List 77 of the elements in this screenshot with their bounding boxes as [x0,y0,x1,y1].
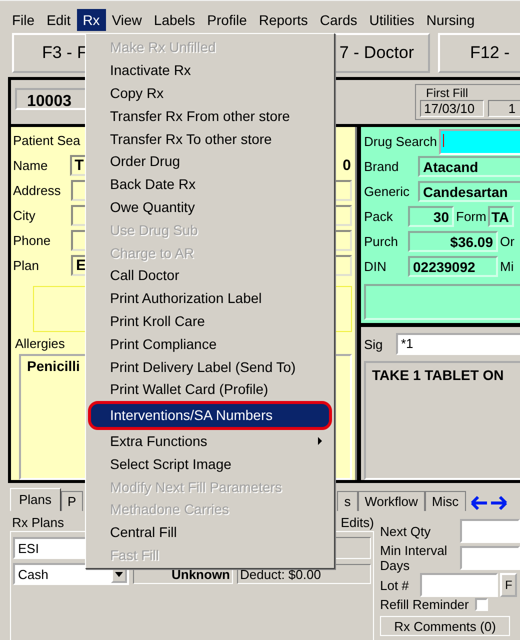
menu-bar-item[interactable]: File [6,9,41,31]
menu-item[interactable]: Select Script Image [86,452,334,476]
menu-bar-item[interactable]: View [106,9,148,31]
drug-search-field[interactable] [438,128,520,154]
field-value: TA [488,206,514,227]
min-interval-field[interactable] [460,546,520,570]
rx-plans-label: Rx Plans [12,515,64,530]
min-interval-label: Min Interval Days [380,543,448,573]
edits-label: Edits) [340,515,374,530]
field-label: Or [500,234,514,249]
menu-item[interactable]: Owe Quantity [86,196,334,218]
field-label: City [13,208,36,223]
tab[interactable]: Workflow [358,491,425,511]
tab[interactable]: s [337,491,358,511]
menu-bar-item[interactable]: Profile [201,9,253,31]
field-label: DIN [364,259,388,274]
field-value: 02239092 [408,256,498,277]
field-label: Plan [13,258,40,273]
menu-bar-item[interactable]: Reports [252,9,314,31]
fill-count: 1 [488,100,520,117]
menu-item[interactable]: Call Doctor [86,264,334,287]
tab[interactable]: P [60,491,84,511]
tab[interactable]: Plans [10,488,61,511]
allergy-item: Penicilli [27,358,80,374]
next-qty-label: Next Qty [380,524,432,538]
menu-item[interactable]: Print Compliance [86,332,334,356]
lot-button[interactable]: F [500,573,518,597]
menu-item[interactable]: Back Date Rx [86,172,334,196]
menu-bar-item[interactable]: Rx [76,9,106,31]
field-value: E [76,257,86,274]
field-label: Brand [364,159,400,174]
refill-reminder-label: Refill Reminder [380,597,469,612]
menu-item[interactable]: Transfer Rx To other store [86,127,334,150]
first-fill-date: 17/03/10 [420,100,484,117]
menu-bar-item[interactable]: Edit [40,9,77,31]
field-value: 30 [408,206,454,227]
menu-bar-item[interactable]: Utilities [363,9,420,31]
first-fill-label: First Fill [426,86,468,100]
menu-item[interactable]: Extra Functions [86,430,334,452]
sig-field[interactable]: *1 [396,333,520,355]
field-label: Name [13,158,49,173]
menu-item[interactable]: Print Wallet Card (Profile) [86,378,334,401]
field-value: 0 [342,157,351,174]
field-label: Form [456,209,486,224]
menu-item[interactable]: Print Authorization Label [86,286,334,310]
refill-reminder-checkbox[interactable] [474,598,488,611]
dropdown-arrow-icon [115,572,123,576]
menu-item[interactable]: Order Drug [86,150,334,173]
function-key-button[interactable]: F12 - [438,33,520,73]
menu-item[interactable]: Interventions/SA Numbers [88,400,332,430]
menu-bar-item[interactable]: Nursing [420,9,481,31]
field-label: Generic [364,184,411,199]
menu-item[interactable]: Print Delivery Label (Send To) [86,355,334,378]
field-label: Phone [13,233,52,248]
drug-search-label: Drug Search [364,134,437,149]
menu-item[interactable]: Print Kroll Care [86,310,334,332]
next-qty-field[interactable] [460,519,520,543]
field-value: $36.09 [408,231,498,252]
text-cursor [442,134,444,146]
allergies-label: Allergies [15,336,65,352]
menu-bar-item[interactable]: Cards [314,9,364,31]
lot-field[interactable] [420,573,498,597]
rx-comments-button[interactable]: Rx Comments (0) [380,616,510,636]
field-label: Purch [364,234,399,249]
directions-text: TAKE 1 TABLET ON [364,361,520,480]
field-value: Candesartan [418,181,520,202]
field-value: Atacand [418,156,520,177]
sig-label: Sig [364,336,384,352]
patient-search-label: Patient Sea [13,133,80,150]
field-value: T [74,157,84,174]
tab[interactable]: Misc [424,491,466,511]
field-label: Mi [500,259,514,274]
field-label: Pack [364,209,394,224]
menu-bar-item[interactable]: Labels [148,9,202,31]
lot-label: Lot # [380,578,410,592]
menu-item[interactable]: Central Fill [86,520,334,544]
field-label: Address [13,183,62,198]
